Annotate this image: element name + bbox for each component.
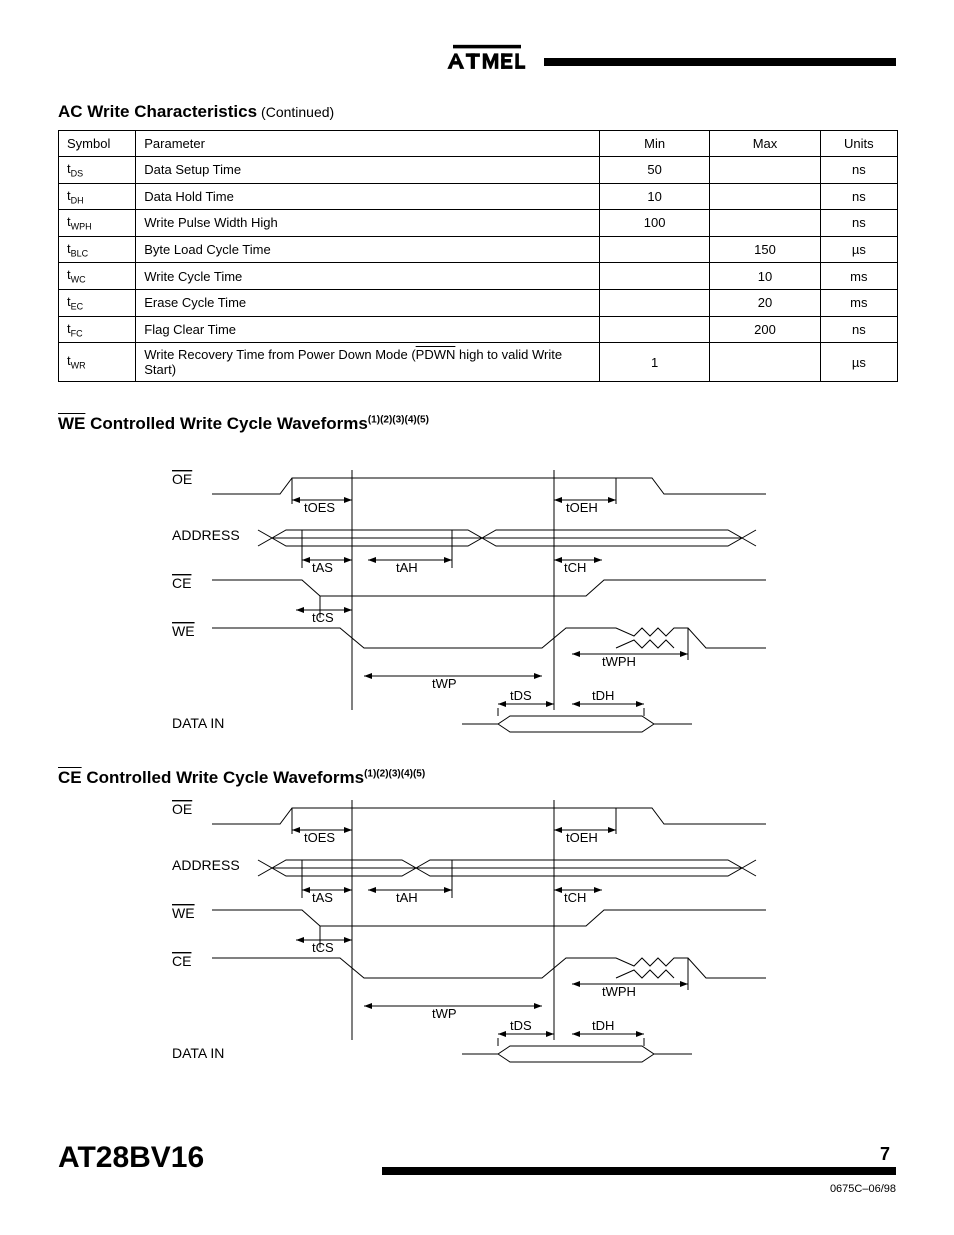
- svg-text:ADDRESS: ADDRESS: [172, 527, 240, 543]
- svg-text:tOEH: tOEH: [566, 500, 598, 515]
- svg-text:tWP: tWP: [432, 1006, 457, 1021]
- svg-text:ADDRESS: ADDRESS: [172, 857, 240, 873]
- document-id: 0675C–06/98: [830, 1183, 896, 1195]
- th-max: Max: [710, 131, 820, 157]
- table-row: tECErase Cycle Time20ms: [59, 289, 898, 316]
- header-rule: [544, 58, 896, 66]
- svg-text:tAS: tAS: [312, 890, 333, 905]
- svg-text:tCH: tCH: [564, 890, 586, 905]
- chip-name: AT28BV16: [58, 1141, 204, 1175]
- svg-text:tCS: tCS: [312, 610, 334, 625]
- svg-text:tDH: tDH: [592, 688, 614, 703]
- ce-controlled-waveform: OE tOES tOEH ADDRESS tAS: [172, 790, 766, 1086]
- th-min: Min: [599, 131, 709, 157]
- svg-text:tAH: tAH: [396, 560, 418, 575]
- table-row: tWRWrite Recovery Time from Power Down M…: [59, 343, 898, 382]
- svg-text:tWPH: tWPH: [602, 984, 636, 999]
- svg-text:DATA IN: DATA IN: [172, 1045, 224, 1061]
- th-parameter: Parameter: [136, 131, 600, 157]
- th-units: Units: [820, 131, 897, 157]
- svg-text:WE: WE: [172, 623, 195, 639]
- svg-text:tDS: tDS: [510, 688, 532, 703]
- page-number: 7: [874, 1144, 896, 1165]
- table-row: tDHData Hold Time10ns: [59, 183, 898, 210]
- svg-text:tWP: tWP: [432, 676, 457, 691]
- svg-text:CE: CE: [172, 953, 191, 969]
- svg-text:OE: OE: [172, 801, 192, 817]
- footer-rule: [382, 1167, 896, 1175]
- svg-text:tCS: tCS: [312, 940, 334, 955]
- svg-text:tOES: tOES: [304, 500, 335, 515]
- we-controlled-waveform: OE tOES tOEH ADDRESS: [172, 460, 766, 756]
- svg-text:CE: CE: [172, 575, 191, 591]
- section-title-write-char: AC Write Characteristics(Continued): [58, 102, 334, 122]
- table-row: tWPHWrite Pulse Width High100ns: [59, 210, 898, 237]
- svg-text:tDS: tDS: [510, 1018, 532, 1033]
- we-waveform-title: WE Controlled Write Cycle Waveforms(1)(2…: [58, 414, 429, 434]
- atmel-logo: [444, 42, 530, 76]
- svg-text:tAH: tAH: [396, 890, 418, 905]
- write-characteristics-table: Symbol Parameter Min Max Units tDSData S…: [58, 130, 898, 382]
- svg-text:tOEH: tOEH: [566, 830, 598, 845]
- svg-text:DATA IN: DATA IN: [172, 715, 224, 731]
- ce-waveform-title: CE Controlled Write Cycle Waveforms(1)(2…: [58, 768, 425, 788]
- table-row: tDSData Setup Time50ns: [59, 157, 898, 184]
- table-row: tWCWrite Cycle Time10ms: [59, 263, 898, 290]
- th-symbol: Symbol: [59, 131, 136, 157]
- svg-text:tCH: tCH: [564, 560, 586, 575]
- svg-text:OE: OE: [172, 471, 192, 487]
- svg-text:tAS: tAS: [312, 560, 333, 575]
- table-row: tBLCByte Load Cycle Time150µs: [59, 236, 898, 263]
- table-row: tFCFlag Clear Time200ns: [59, 316, 898, 343]
- svg-text:tWPH: tWPH: [602, 654, 636, 669]
- svg-text:tDH: tDH: [592, 1018, 614, 1033]
- svg-text:tOES: tOES: [304, 830, 335, 845]
- svg-text:WE: WE: [172, 905, 195, 921]
